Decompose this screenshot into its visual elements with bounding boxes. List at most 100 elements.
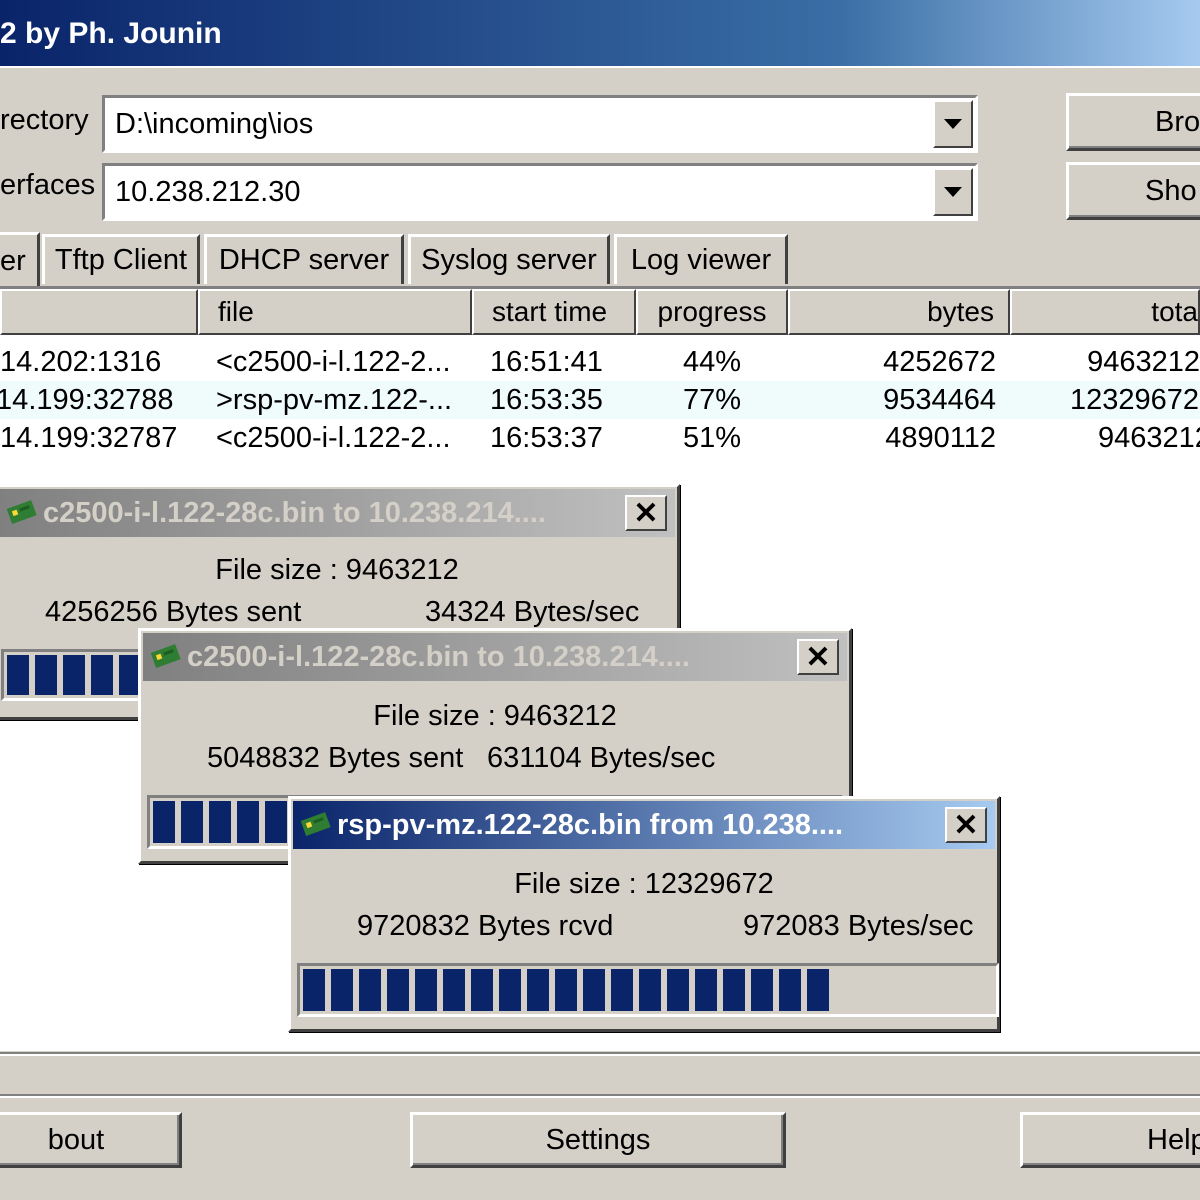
peer-cell: .14.199:32788	[0, 384, 174, 416]
title-bar[interactable]: 2 by Ph. Jounin	[0, 0, 1200, 68]
progress-block	[443, 969, 465, 1011]
progress-block	[265, 801, 287, 843]
chevron-down-icon	[944, 119, 962, 129]
tab-syslog-server[interactable]: Syslog server	[408, 234, 610, 284]
progress-cell: 44%	[682, 346, 742, 378]
progress-window-title: c2500-i-l.122-28c.bin to 10.238.214....	[43, 496, 546, 529]
settings-button[interactable]: Settings	[410, 1112, 786, 1168]
separator	[0, 1052, 1200, 1056]
file-cell: <c2500-i-l.122-2...	[216, 422, 451, 454]
tab-dhcp-server[interactable]: DHCP server	[204, 234, 404, 284]
progress-cell: 77%	[682, 384, 742, 416]
bytes-cell: 4252672	[883, 346, 996, 378]
help-button[interactable]: Help	[1020, 1112, 1200, 1168]
column-header-total[interactable]: tota	[1010, 289, 1200, 335]
progress-block	[415, 969, 437, 1011]
progress-block	[331, 969, 353, 1011]
progress-block	[181, 801, 203, 843]
interfaces-combobox[interactable]: 10.238.212.30	[102, 163, 978, 221]
start-time-cell: 16:51:41	[490, 346, 603, 378]
progress-block	[751, 969, 773, 1011]
progress-window-title-bar[interactable]: c2500-i-l.122-28c.bin to 10.238.214.... …	[143, 633, 847, 681]
show-dir-button[interactable]: Sho	[1066, 162, 1200, 220]
network-card-icon	[6, 500, 37, 525]
table-row[interactable]: 14.199:32787 <c2500-i-l.122-2... 16:53:3…	[0, 419, 1200, 457]
close-icon[interactable]: ✕	[625, 495, 667, 531]
interfaces-value: 10.238.212.30	[115, 175, 301, 208]
progress-block	[583, 969, 605, 1011]
directory-dropdown-button[interactable]	[933, 100, 973, 148]
close-icon[interactable]: ✕	[797, 639, 839, 675]
progress-block	[35, 655, 57, 695]
progress-block	[555, 969, 577, 1011]
browse-button[interactable]: Bro	[1066, 93, 1200, 151]
peer-cell: 14.199:32787	[0, 422, 178, 454]
progress-block	[153, 801, 175, 843]
tab-tftp-client[interactable]: Tftp Client	[42, 234, 200, 284]
file-size-text: File size : 12329672	[514, 868, 774, 900]
network-card-icon	[300, 812, 331, 837]
transfer-rate-text: 972083 Bytes/sec	[743, 910, 974, 942]
progress-block	[527, 969, 549, 1011]
peer-cell: 14.202:1316	[0, 346, 162, 378]
table-row[interactable]: .14.199:32788 >rsp-pv-mz.122-... 16:53:3…	[0, 381, 1200, 419]
progress-cell: 51%	[682, 422, 742, 454]
progress-bar	[297, 963, 999, 1017]
progress-block	[237, 801, 259, 843]
directory-label: rectory	[0, 104, 89, 136]
bytes-cell: 4890112	[885, 422, 996, 454]
progress-window-title: rsp-pv-mz.122-28c.bin from 10.238....	[337, 808, 844, 841]
directory-combobox[interactable]: D:\incoming\ios	[102, 95, 978, 153]
progress-block	[723, 969, 745, 1011]
interfaces-dropdown-button[interactable]	[933, 168, 973, 216]
file-cell: >rsp-pv-mz.122-...	[216, 384, 453, 416]
progress-block	[63, 655, 85, 695]
transfer-rate-text: 631104 Bytes/sec	[487, 742, 716, 774]
total-cell: 9463212	[1087, 346, 1200, 378]
interfaces-label: erfaces	[0, 169, 96, 201]
column-header-peer[interactable]	[0, 289, 198, 335]
progress-block	[667, 969, 689, 1011]
directory-value: D:\incoming\ios	[115, 107, 314, 140]
bytes-transferred-text: 5048832 Bytes sent	[207, 742, 464, 774]
tab-tftp-server[interactable]: er	[0, 232, 40, 288]
column-header-file[interactable]: file	[198, 289, 472, 335]
progress-block	[387, 969, 409, 1011]
total-cell: 9463212	[1098, 422, 1200, 454]
bytes-cell: 9534464	[883, 384, 996, 416]
table-row[interactable]: 14.202:1316 <c2500-i-l.122-2... 16:51:41…	[0, 343, 1200, 381]
file-cell: <c2500-i-l.122-2...	[216, 346, 451, 378]
transfer-rate-text: 34324 Bytes/sec	[425, 596, 640, 628]
progress-block	[695, 969, 717, 1011]
progress-block	[303, 969, 325, 1011]
progress-block	[359, 969, 381, 1011]
close-icon[interactable]: ✕	[945, 807, 987, 843]
progress-block	[611, 969, 633, 1011]
bytes-transferred-text: 9720832 Bytes rcvd	[357, 910, 614, 942]
start-time-cell: 16:53:37	[490, 422, 603, 454]
chevron-down-icon	[944, 187, 962, 197]
progress-window-title-bar[interactable]: rsp-pv-mz.122-28c.bin from 10.238.... ✕	[293, 801, 995, 849]
progress-window-title-bar[interactable]: c2500-i-l.122-28c.bin to 10.238.214.... …	[0, 489, 675, 537]
network-card-icon	[150, 644, 181, 669]
file-size-text: File size : 9463212	[215, 554, 459, 586]
progress-block	[499, 969, 521, 1011]
start-time-cell: 16:53:35	[490, 384, 603, 416]
progress-block	[209, 801, 231, 843]
column-header-start-time[interactable]: start time	[472, 289, 636, 335]
file-size-text: File size : 9463212	[373, 700, 617, 732]
separator	[0, 1094, 1200, 1098]
progress-block	[639, 969, 661, 1011]
transfer-progress-window[interactable]: rsp-pv-mz.122-28c.bin from 10.238.... ✕ …	[288, 796, 1000, 1032]
progress-block	[471, 969, 493, 1011]
bytes-transferred-text: 4256256 Bytes sent	[45, 596, 302, 628]
column-header-bytes[interactable]: bytes	[788, 289, 1010, 335]
about-button[interactable]: bout	[0, 1112, 182, 1168]
progress-block	[807, 969, 829, 1011]
window-title: 2 by Ph. Jounin	[0, 17, 222, 50]
tab-log-viewer[interactable]: Log viewer	[614, 234, 788, 284]
column-header-progress[interactable]: progress	[636, 289, 788, 335]
total-cell: 12329672	[1070, 384, 1200, 416]
progress-block	[7, 655, 29, 695]
progress-block	[779, 969, 801, 1011]
